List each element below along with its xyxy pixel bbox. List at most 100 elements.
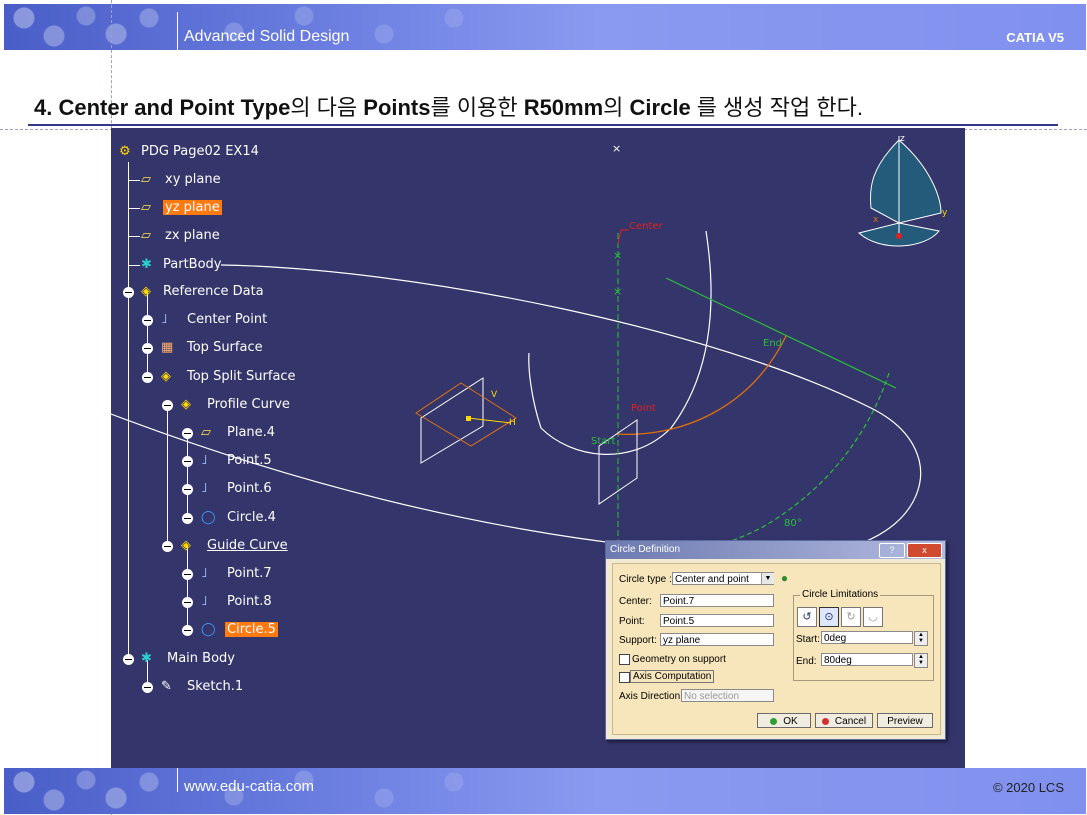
circle-type-label: Circle type : <box>619 574 672 585</box>
tree-label: Point.7 <box>227 566 272 581</box>
chevron-down-icon[interactable]: ▼ <box>761 573 774 584</box>
collapse-icon[interactable] <box>162 541 173 552</box>
heading-part: 를 생성 작업 한다. <box>690 95 863 120</box>
banner-divider <box>177 12 178 50</box>
tree-root[interactable]: ⚙ PDG Page02 EX14 <box>119 142 261 162</box>
tree-label: Main Body <box>167 651 235 666</box>
compass-z-label: z <box>900 134 905 144</box>
tree-item-guide-curve[interactable]: ◈ Guide Curve <box>181 536 290 556</box>
point-field[interactable]: Point.5 <box>660 614 774 627</box>
end-spinner-icon[interactable]: ▲ ▼ <box>914 653 928 668</box>
expand-icon[interactable] <box>142 682 153 693</box>
tree-label: Plane.4 <box>227 425 276 440</box>
start-spinner-icon[interactable]: ▲ ▼ <box>914 631 928 646</box>
heading-part: R50mm <box>523 95 604 120</box>
tree-connector <box>128 265 140 266</box>
tree-label: Reference Data <box>163 284 264 299</box>
tree-connector <box>128 208 140 209</box>
expand-icon[interactable] <box>182 456 193 467</box>
footer-copyright: © 2020 LCS <box>992 780 1064 795</box>
cross-marker: × <box>613 249 622 262</box>
circle-icon: ◯ <box>201 510 216 525</box>
tree-item-circle-4[interactable]: ◯ Circle.4 <box>201 508 278 528</box>
help-button[interactable]: ? <box>879 543 905 558</box>
expand-icon[interactable] <box>182 597 193 608</box>
circle-icon: ◯ <box>201 622 216 637</box>
part-icon: ⚙ <box>119 144 131 159</box>
tree-branch <box>187 546 188 630</box>
footer-url[interactable]: www.edu-catia.com <box>184 778 314 795</box>
ok-icon <box>770 718 778 725</box>
axis-computation-checkbox[interactable] <box>619 672 630 683</box>
expand-icon[interactable] <box>142 343 153 354</box>
tree-item-top-split-surface[interactable]: ◈ Top Split Surface <box>161 367 298 387</box>
tree-branch <box>187 433 188 517</box>
whole-circle-icon[interactable]: ⊙ <box>819 607 839 627</box>
end-label: End: <box>796 656 817 667</box>
tree-item-sketch-1[interactable]: ✎ Sketch.1 <box>161 677 245 697</box>
tree-item-profile-curve[interactable]: ◈ Profile Curve <box>181 395 292 415</box>
tree-label: PartBody <box>163 257 222 272</box>
compass-y-label: y <box>942 208 948 218</box>
ok-button[interactable]: OK <box>757 713 811 728</box>
tree-item-main-body[interactable]: ✱ Main Body <box>141 649 237 669</box>
circle-type-select[interactable]: Center and point <box>672 572 774 585</box>
preview-circle-arc <box>615 372 890 561</box>
tree-label: PDG Page02 EX14 <box>141 144 259 159</box>
tree-item-zx-plane[interactable]: ▱ zx plane <box>141 226 222 246</box>
tree-item-point-8[interactable]: ˩ Point.8 <box>201 592 274 612</box>
tree-item-yz-plane[interactable]: ▱ yz plane <box>141 198 222 218</box>
center-label: Center: <box>619 596 652 607</box>
tree-label: zx plane <box>165 228 220 243</box>
preview-button[interactable]: Preview <box>877 713 933 728</box>
footer-banner: www.edu-catia.com © 2020 LCS <box>4 768 1086 814</box>
plane-icon: ▱ <box>141 172 151 187</box>
tree-item-center-point[interactable]: ˩ Center Point <box>161 310 269 330</box>
expand-icon[interactable] <box>182 513 193 524</box>
point-icon: ˩ <box>201 453 208 468</box>
cancel-button[interactable]: Cancel <box>815 713 873 728</box>
center-field[interactable]: Point.7 <box>660 594 774 607</box>
tree-item-plane-4[interactable]: ▱ Plane.4 <box>201 423 277 443</box>
expand-icon[interactable] <box>182 625 193 636</box>
plane-icon: ▱ <box>201 425 211 440</box>
expand-icon[interactable] <box>142 315 153 326</box>
expand-icon[interactable] <box>182 484 193 495</box>
tree-label: xy plane <box>165 172 221 187</box>
tree-item-xy-plane[interactable]: ▱ xy plane <box>141 170 223 190</box>
plane-icon: ▱ <box>141 228 151 243</box>
axis-direction-label: Axis Direction: <box>619 691 683 702</box>
close-button[interactable]: x <box>907 543 942 558</box>
tree-item-top-surface[interactable]: ▦ Top Surface <box>161 338 265 358</box>
cross-marker: × <box>612 142 621 155</box>
body-gear-icon: ✱ <box>141 257 152 272</box>
axis-direction-field[interactable]: No selection <box>681 689 774 702</box>
collapse-icon[interactable] <box>142 372 153 383</box>
expand-icon[interactable] <box>182 428 193 439</box>
start-label: Start <box>591 436 616 447</box>
tree-item-partbody[interactable]: ✱ PartBody <box>141 255 223 275</box>
tree-label: Top Split Surface <box>187 369 296 384</box>
collapse-icon[interactable] <box>162 400 173 411</box>
tree-item-reference-data[interactable]: ◈ Reference Data <box>141 282 266 302</box>
start-angle-field[interactable]: 0deg <box>821 631 913 644</box>
law-icon[interactable]: ● <box>777 571 792 586</box>
dialog-title: Circle Definition <box>610 544 681 555</box>
collapse-icon[interactable] <box>123 287 134 298</box>
complementary-circle-icon[interactable]: ◡ <box>863 607 883 627</box>
tree-item-point-6[interactable]: ˩ Point.6 <box>201 479 274 499</box>
tree-item-point-7[interactable]: ˩ Point.7 <box>201 564 274 584</box>
tree-label: Guide Curve <box>207 538 288 553</box>
tree-item-circle-5[interactable]: ◯ Circle.5 <box>201 620 278 640</box>
end-angle-field[interactable]: 80deg <box>821 653 913 666</box>
expand-icon[interactable] <box>182 569 193 580</box>
geometry-on-support-label: Geometry on support <box>632 654 726 665</box>
collapse-icon[interactable] <box>123 654 134 665</box>
geometry-on-support-checkbox[interactable] <box>619 654 630 665</box>
part-arc-icon[interactable]: ↺ <box>797 607 817 627</box>
support-field[interactable]: yz plane <box>660 633 774 646</box>
tree-label: Sketch.1 <box>187 679 244 694</box>
tree-item-point-5[interactable]: ˩ Point.5 <box>201 451 274 471</box>
point-icon: ˩ <box>201 566 208 581</box>
trimmed-circle-icon[interactable]: ↻ <box>841 607 861 627</box>
